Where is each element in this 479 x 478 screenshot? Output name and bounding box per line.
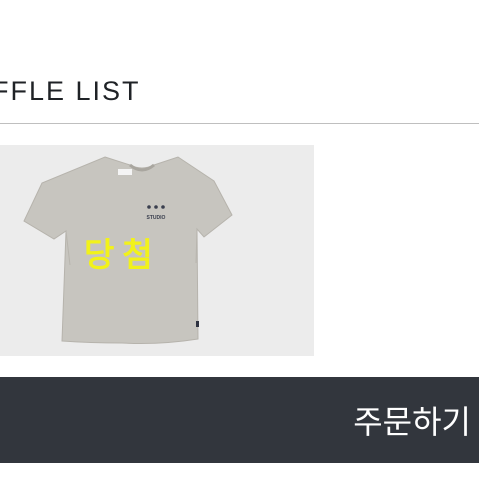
order-button-label: 주문하기 <box>353 403 471 441</box>
win-status-badge: 당첨 <box>84 235 161 274</box>
product-image[interactable]: STUDIO 당첨 <box>0 145 314 356</box>
shirt-logo-text: STUDIO <box>147 215 166 221</box>
raffle-list-page: FFLE LIST STUDIO 당첨 주문하기 <box>0 0 479 478</box>
order-button[interactable]: 주문하기 <box>0 377 479 463</box>
title-divider <box>0 123 479 124</box>
section-title: FFLE LIST <box>0 76 141 106</box>
